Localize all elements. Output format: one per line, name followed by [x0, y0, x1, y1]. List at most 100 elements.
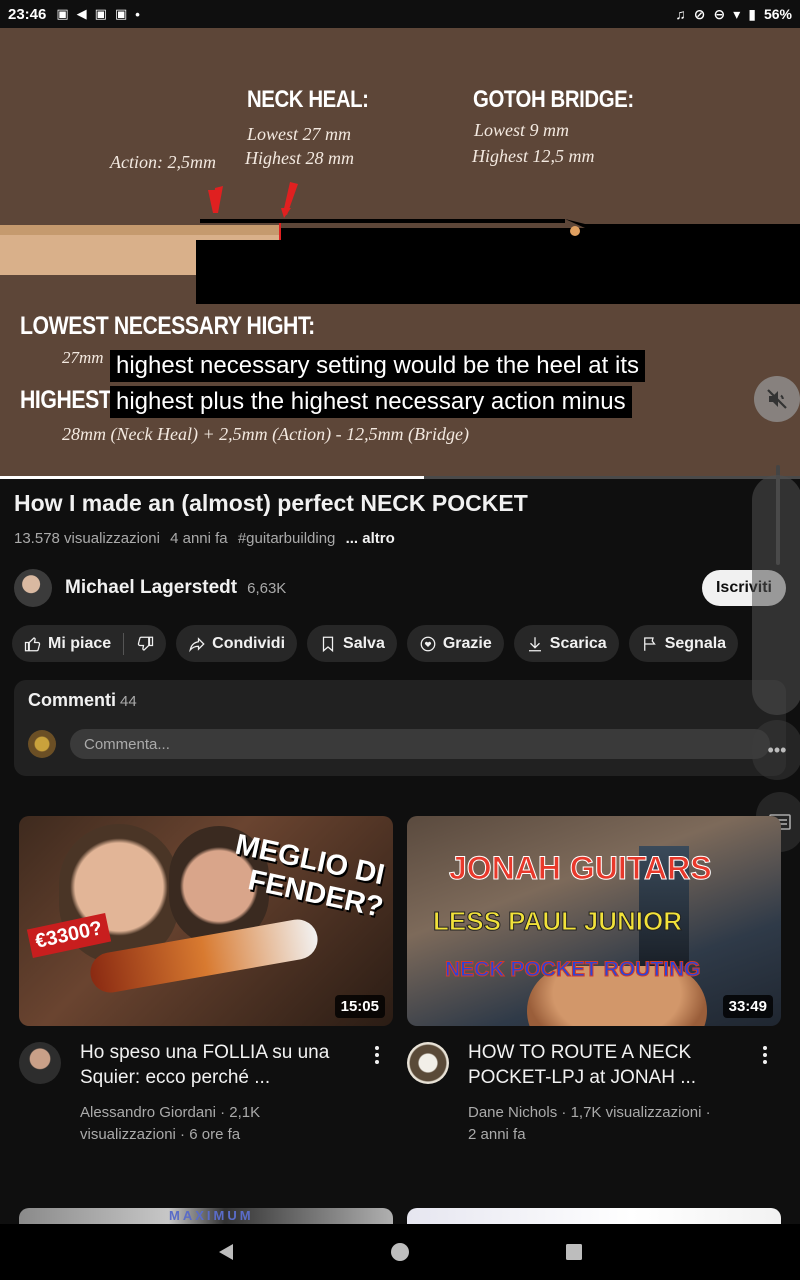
- recommended-view-count: 1,7K: [570, 1104, 602, 1121]
- recommended-views-label: visualizzazioni: [80, 1126, 176, 1143]
- next-video-thumbnail-peek-2[interactable]: [407, 1208, 781, 1224]
- hashtag-link[interactable]: #guitarbuilding: [238, 530, 336, 547]
- user-avatar: [28, 730, 56, 758]
- thumbnail-text-1: JONAH GUITARS: [449, 850, 713, 887]
- channel-row[interactable]: Michael Lagerstedt 6,63K Iscriviti: [14, 568, 786, 608]
- video-duration: 33:49: [722, 995, 773, 1018]
- system-navigation-bar: [0, 1224, 800, 1280]
- volume-off-icon: [767, 389, 787, 409]
- guitar-diagram: [0, 182, 800, 304]
- headphones-icon: ♫: [675, 6, 686, 22]
- back-button[interactable]: [214, 1240, 238, 1264]
- facebook-notification-icon: ▣: [56, 6, 69, 21]
- thanks-button[interactable]: Grazie: [406, 625, 504, 662]
- facebook-notification-icon-3: ▣: [114, 6, 128, 21]
- more-notifications-icon: •: [135, 6, 140, 22]
- download-button[interactable]: Scarica: [513, 625, 619, 662]
- back-triangle-icon: [219, 1244, 233, 1260]
- silent-icon: ⊘: [693, 5, 706, 22]
- overlay-formula: 28mm (Neck Heal) + 2,5mm (Action) - 12,5…: [62, 424, 470, 444]
- floating-scroll-handle[interactable]: [752, 475, 800, 715]
- download-label: Scarica: [549, 634, 607, 652]
- caption-line-2: highest plus the highest necessary actio…: [110, 386, 632, 418]
- recommended-channel-name: Alessandro Giordani: [80, 1104, 216, 1121]
- wifi-icon: ▾: [733, 5, 741, 22]
- comments-header: Commenti 44: [28, 690, 137, 711]
- video-title[interactable]: How I made an (almost) perfect NECK POCK…: [14, 490, 528, 517]
- share-button[interactable]: Condividi: [176, 625, 298, 662]
- more-actions-icon[interactable]: [367, 1040, 387, 1070]
- save-label: Salva: [343, 634, 385, 652]
- subscriber-count: 6,63K: [247, 579, 287, 597]
- caption-line-1: highest necessary setting would be the h…: [110, 350, 645, 382]
- report-label: Segnala: [664, 634, 727, 652]
- dnd-icon: ⊖: [713, 5, 726, 22]
- recommended-video-meta: Dane Nichols · 1,7K visualizzazioni · 2 …: [468, 1104, 711, 1143]
- thumbs-up-icon[interactable]: [24, 635, 42, 653]
- facebook-notification-icon-2: ▣: [94, 6, 107, 21]
- recommended-views-label: visualizzazioni: [605, 1104, 702, 1121]
- view-count: 13.578 visualizzazioni: [14, 530, 160, 547]
- telegram-notification-icon: ◀: [76, 6, 87, 21]
- overlay-neck-heal-highest: Highest 28 mm: [245, 148, 354, 168]
- comments-label: Commenti: [28, 690, 117, 710]
- channel-avatar[interactable]: [14, 569, 52, 607]
- like-button[interactable]: Mi piace: [48, 635, 111, 653]
- recents-square-icon: [566, 1244, 582, 1260]
- thumbs-down-icon[interactable]: [136, 635, 154, 653]
- like-dislike-divider: [123, 632, 125, 655]
- video-thumbnail[interactable]: JONAH GUITARS LESS PAUL JUNIOR NECK POCK…: [407, 816, 781, 1026]
- comments-section[interactable]: Commenti 44 Commenta...: [14, 680, 786, 776]
- thanks-label: Grazie: [442, 634, 492, 652]
- recommended-video-meta: Alessandro Giordani · 2,1K visualizzazio…: [80, 1104, 261, 1143]
- recommended-age: 2 anni fa: [468, 1126, 526, 1143]
- more-link[interactable]: ... altro: [346, 530, 395, 547]
- channel-avatar[interactable]: [407, 1042, 449, 1084]
- overlay-gotoh-highest: Highest 12,5 mm: [472, 146, 595, 166]
- save-button[interactable]: Salva: [307, 625, 397, 662]
- video-progress-fill: [0, 476, 424, 479]
- action-bar: Mi piace Condividi Salva Grazie Scarica …: [12, 625, 739, 662]
- video-duration: 15:05: [334, 995, 385, 1018]
- upload-age: 4 anni fa: [170, 530, 228, 547]
- video-player[interactable]: NECK HEAL: Lowest 27 mm Highest 28 mm GO…: [0, 28, 800, 478]
- recommended-video-card[interactable]: MEGLIO DI FENDER? €3300? 15:05 Ho speso …: [19, 816, 393, 1160]
- recommended-age: 6 ore fa: [189, 1126, 241, 1143]
- recommended-video-title[interactable]: Ho speso una FOLLIA su una Squier: ecco …: [80, 1040, 350, 1090]
- comments-count: 44: [120, 693, 137, 710]
- more-actions-icon[interactable]: [755, 1040, 775, 1070]
- flag-icon: [643, 636, 656, 651]
- thumbnail-text-3: NECK POCKET ROUTING: [445, 958, 702, 982]
- channel-avatar[interactable]: [19, 1042, 61, 1084]
- overlay-lowest-header: LOWEST NECESSARY HIGHT:: [20, 312, 315, 340]
- comment-input[interactable]: Commenta...: [70, 729, 770, 759]
- overlay-gotoh-title: GOTOH BRIDGE:: [473, 86, 634, 113]
- recommended-video-title[interactable]: HOW TO ROUTE A NECK POCKET-LPJ at JONAH …: [468, 1040, 738, 1090]
- home-button[interactable]: [388, 1240, 412, 1264]
- overlay-neck-heal-lowest: Lowest 27 mm: [247, 124, 352, 144]
- share-icon: [189, 636, 205, 652]
- like-dislike-pill: Mi piace: [12, 625, 167, 662]
- mute-button[interactable]: [754, 376, 800, 422]
- status-bar: 23:46 ▣ ◀ ▣ ▣ • ♫ ⊘ ⊖ ▾ ▮ 56%: [0, 0, 800, 28]
- report-button[interactable]: Segnala: [628, 625, 739, 662]
- next-video-thumbnail-peek[interactable]: MAXIMUM: [19, 1208, 393, 1224]
- recommended-video-card[interactable]: JONAH GUITARS LESS PAUL JUNIOR NECK POCK…: [407, 816, 781, 1160]
- thumbnail-text-2: LESS PAUL JUNIOR: [433, 906, 683, 937]
- channel-name[interactable]: Michael Lagerstedt: [65, 577, 237, 599]
- battery-percent: 56%: [763, 6, 792, 22]
- download-icon: [528, 636, 541, 651]
- battery-icon: ▮: [748, 5, 756, 22]
- video-progress-bar[interactable]: [0, 476, 800, 479]
- overlay-neck-heal-title: NECK HEAL:: [247, 86, 369, 113]
- thanks-heart-icon: [420, 636, 436, 651]
- more-dots-icon: •••: [767, 739, 787, 760]
- more-options-floating-button[interactable]: •••: [752, 720, 800, 780]
- overlay-gotoh-lowest: Lowest 9 mm: [474, 120, 570, 140]
- recommended-channel-name: Dane Nichols: [468, 1104, 558, 1121]
- peek-thumbnail-text: MAXIMUM: [169, 1208, 254, 1223]
- recents-button[interactable]: [562, 1240, 586, 1264]
- video-meta[interactable]: 13.578 visualizzazioni 4 anni fa #guitar…: [14, 530, 401, 547]
- overlay-lowest-value: 27mm: [62, 348, 104, 367]
- video-thumbnail[interactable]: MEGLIO DI FENDER? €3300? 15:05: [19, 816, 393, 1026]
